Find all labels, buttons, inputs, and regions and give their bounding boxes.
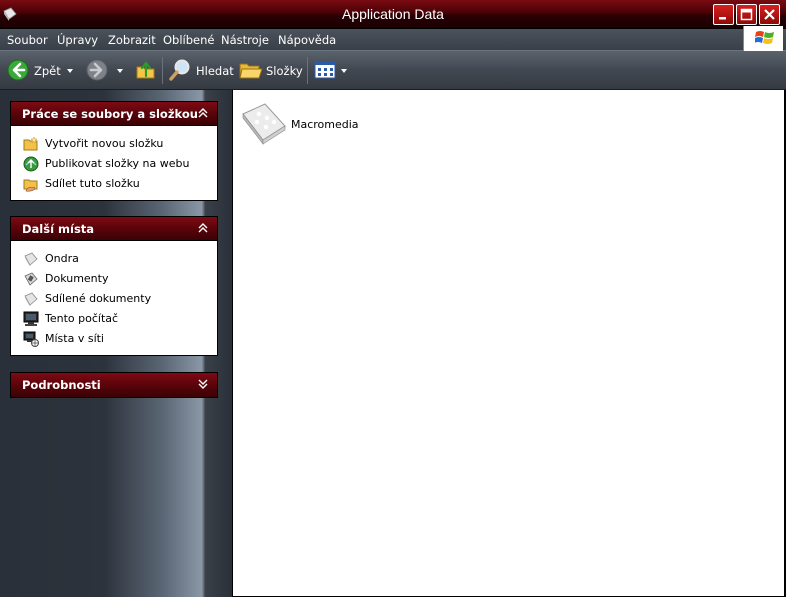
menu-edit[interactable]: Úpravy [57, 33, 98, 47]
task-new-folder[interactable]: Vytvořit novou složku [23, 134, 217, 154]
menu-file[interactable]: Soubor [7, 33, 48, 47]
share-folder-icon [23, 179, 38, 192]
folder-icon [242, 103, 286, 145]
user-folder-icon [24, 252, 38, 267]
folder-name: Macromedia [291, 118, 359, 131]
shared-documents-icon [24, 292, 38, 307]
menu-tools[interactable]: Nástroje [221, 33, 269, 47]
folders-label: Složky [266, 64, 303, 78]
place-shared-documents[interactable]: Sdílené dokumenty [23, 289, 217, 309]
collapse-chevron-icon[interactable] [197, 107, 209, 119]
place-documents[interactable]: Dokumenty [23, 269, 217, 289]
panel-other-places: Další místa Ondra Dokumenty Sdílené doku… [10, 216, 218, 356]
windows-flag-icon [755, 31, 774, 44]
views-grid-icon [314, 61, 336, 79]
back-dropdown-icon[interactable] [67, 69, 73, 73]
task-pane: Práce se soubory a složkou Vytvořit novo… [0, 90, 232, 597]
window-title: Application Data [342, 6, 444, 22]
collapse-chevron-icon[interactable] [197, 222, 209, 234]
panel-title: Podrobnosti [22, 378, 101, 392]
close-icon [764, 9, 775, 20]
close-button[interactable] [759, 4, 780, 25]
back-label: Zpět [34, 64, 61, 78]
back-arrow-icon [7, 59, 29, 81]
expand-chevron-icon[interactable] [197, 378, 209, 390]
search-button[interactable]: Hledat [168, 59, 234, 83]
forward-dropdown-icon[interactable] [117, 69, 123, 73]
documents-folder-icon [24, 272, 38, 286]
search-label: Hledat [196, 64, 234, 78]
forward-arrow-icon [86, 59, 108, 81]
up-button[interactable] [135, 59, 157, 83]
network-places-icon [23, 331, 39, 347]
search-icon [169, 59, 190, 81]
folder-up-icon [136, 61, 155, 79]
task-publish-folder[interactable]: Publikovat složky na webu [23, 154, 217, 174]
folders-icon [239, 63, 263, 79]
folder-item-macromedia[interactable]: Macromedia [239, 100, 399, 146]
panel-other-places-header[interactable]: Další místa [11, 217, 217, 241]
menu-view[interactable]: Zobrazit [108, 33, 156, 47]
panel-details-header[interactable]: Podrobnosti [11, 373, 217, 397]
publish-web-icon [23, 156, 39, 172]
place-my-computer[interactable]: Tento počítač [23, 309, 217, 329]
maximize-icon [740, 8, 753, 21]
minimize-button[interactable] [713, 4, 734, 25]
views-button[interactable] [314, 60, 348, 82]
toolbar: Zpět Hledat Složky [0, 51, 786, 90]
panel-file-tasks-header[interactable]: Práce se soubory a složkou [11, 102, 217, 126]
windows-logo [743, 26, 783, 51]
panel-file-tasks: Práce se soubory a složkou Vytvořit novo… [10, 101, 218, 201]
computer-icon [23, 311, 39, 326]
views-dropdown-icon [341, 69, 347, 73]
minimize-icon [719, 17, 726, 20]
place-network[interactable]: Místa v síti [23, 329, 217, 349]
toolbar-separator [307, 57, 308, 84]
maximize-button[interactable] [736, 4, 757, 25]
panel-title: Práce se soubory a složkou [22, 107, 198, 121]
new-folder-icon [23, 136, 38, 151]
task-share-folder[interactable]: Sdílet tuto složku [23, 174, 217, 194]
file-list-view[interactable]: Macromedia [232, 90, 784, 596]
toolbar-separator [162, 57, 163, 84]
menu-favorites[interactable]: Oblíbené [163, 33, 214, 47]
back-button[interactable]: Zpět [7, 59, 65, 83]
folders-button[interactable]: Složky [239, 59, 303, 83]
menu-bar: Soubor Úpravy Zobrazit Oblíbené Nástroje… [0, 29, 786, 51]
panel-title: Další místa [22, 222, 95, 236]
place-user-folder[interactable]: Ondra [23, 249, 217, 269]
forward-button[interactable] [86, 59, 108, 83]
panel-details: Podrobnosti [10, 372, 218, 398]
title-bar[interactable]: Application Data [0, 0, 786, 29]
menu-help[interactable]: Nápověda [278, 33, 336, 47]
